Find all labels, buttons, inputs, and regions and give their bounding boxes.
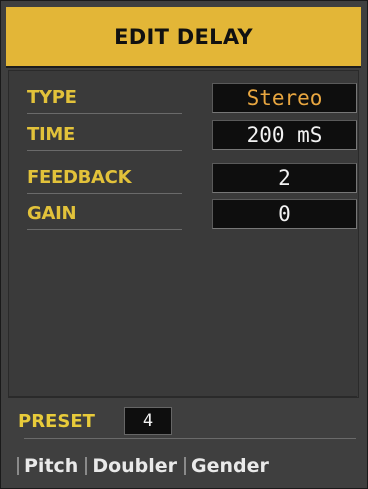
softkey-pitch[interactable]: Pitch: [17, 455, 78, 477]
softkey-gender[interactable]: Gender: [184, 455, 269, 477]
preset-value[interactable]: 4: [124, 407, 172, 435]
param-label-time: TIME: [27, 124, 75, 145]
softkey-label: Doubler: [92, 455, 178, 477]
key-separator: [184, 457, 187, 475]
param-value-gain[interactable]: 0: [212, 199, 357, 229]
divider: [24, 438, 356, 439]
divider: [27, 113, 182, 114]
param-label-type: TYPE: [27, 87, 77, 108]
parameter-panel: TYPE Stereo TIME 200 mS FEEDBACK 2 GAIN …: [8, 70, 359, 398]
param-value-time[interactable]: 200 mS: [212, 120, 357, 150]
softkey-label: Pitch: [24, 455, 79, 477]
param-row-gain[interactable]: GAIN 0: [27, 199, 357, 233]
key-separator: [85, 457, 88, 475]
divider: [27, 150, 182, 151]
param-value-feedback[interactable]: 2: [212, 163, 357, 193]
divider: [27, 193, 182, 194]
preset-label: PRESET: [18, 411, 95, 432]
divider: [8, 396, 357, 397]
divider: [27, 229, 182, 230]
softkey-doubler[interactable]: Doubler: [85, 455, 177, 477]
key-separator: [17, 457, 19, 475]
param-label-feedback: FEEDBACK: [27, 167, 132, 188]
softkey-bar: Pitch Doubler Gender: [17, 449, 357, 483]
softkey-label: Gender: [191, 455, 269, 477]
edit-delay-screen: EDIT DELAY TYPE Stereo TIME 200 mS FEEDB…: [0, 0, 368, 489]
param-row-type[interactable]: TYPE Stereo: [27, 83, 357, 117]
param-value-type[interactable]: Stereo: [212, 83, 357, 113]
param-label-gain: GAIN: [27, 203, 77, 224]
title-bar: EDIT DELAY: [6, 7, 361, 68]
param-row-feedback[interactable]: FEEDBACK 2: [27, 163, 357, 197]
preset-row[interactable]: PRESET 4: [8, 407, 357, 439]
param-row-time[interactable]: TIME 200 mS: [27, 120, 357, 154]
page-title: EDIT DELAY: [114, 24, 253, 49]
